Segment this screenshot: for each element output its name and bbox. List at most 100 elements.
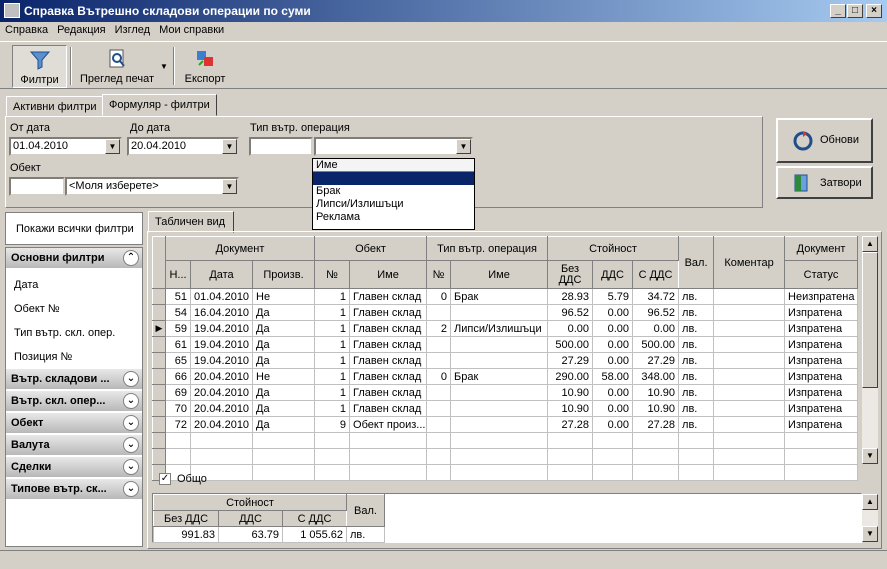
group-main-filters[interactable]: Основни филтри ⌃ (6, 248, 142, 269)
close-window-button[interactable]: × (866, 4, 882, 18)
from-date-field[interactable]: 01.04.2010 ▼ (9, 137, 122, 156)
header-col-produced[interactable]: Произв. (251, 260, 316, 289)
table-row[interactable]: 66 20.04.2010 Не 1 Главен склад 0 Брак 290.00 58… (152, 368, 859, 385)
chevron-down-icon[interactable]: ▼ (222, 179, 237, 194)
row-indicator[interactable] (152, 400, 166, 417)
row-indicator[interactable] (152, 384, 166, 401)
print-preview-button[interactable]: Преглед печат (76, 45, 158, 88)
menu-item-my-reports[interactable]: Мои справки (154, 22, 228, 36)
group-internal-op-types[interactable]: Вътр. скл. опер... ⌄ (6, 391, 142, 412)
print-preview-dropdown-arrow[interactable]: ▼ (160, 62, 168, 71)
header-comment[interactable]: Коментар (713, 236, 786, 289)
object-name-field[interactable]: <Моля изберете> ▼ (65, 177, 239, 196)
table-cell: лв. (678, 400, 715, 417)
row-indicator[interactable] (152, 304, 166, 321)
show-all-filters-button[interactable]: Покажи всички филтри (5, 212, 143, 245)
chevron-down-icon[interactable]: ▼ (105, 139, 120, 154)
table-row[interactable]: 72 20.04.2010 Да 9 Обект произ... 27.28 0.00 27… (152, 416, 859, 433)
header-op-type[interactable]: Тип вътр. операция (426, 236, 549, 261)
dropdown-item-advertising[interactable]: Реклама (313, 211, 474, 224)
header-col-status[interactable]: Статус (784, 260, 859, 289)
table-row[interactable]: ▶ 59 19.04.2010 Да 1 Главен склад 2 Липси/Излиш… (152, 320, 859, 337)
table-cell: лв. (678, 304, 715, 321)
chevron-down-icon[interactable]: ⌄ (123, 481, 139, 497)
op-type-name-field[interactable]: ▼ (314, 137, 473, 156)
header-col-net[interactable]: Без ДДС (547, 260, 594, 289)
grid-vertical-scrollbar[interactable]: ▲ ▼ (862, 236, 878, 464)
minimize-button[interactable]: _ (830, 4, 846, 18)
table-cell: Главен склад (349, 384, 428, 401)
menu-item-view[interactable]: Изглед (110, 22, 154, 36)
header-col-date[interactable]: Дата (190, 260, 253, 289)
tab-active-filters[interactable]: Активни филтри (6, 96, 104, 116)
header-col-vat[interactable]: ДДС (592, 260, 634, 289)
group-internal-ops[interactable]: Вътр. складови ... ⌄ (6, 369, 142, 390)
scroll-thumb[interactable] (862, 252, 878, 388)
header-col-no[interactable]: Н... (165, 260, 191, 289)
header-currency[interactable]: Вал. (678, 236, 715, 289)
chevron-down-icon[interactable]: ⌄ (123, 371, 139, 387)
chevron-up-icon[interactable]: ⌃ (123, 250, 139, 266)
filters-button[interactable]: Филтри (12, 45, 67, 88)
scroll-up-icon[interactable]: ▲ (862, 494, 878, 510)
group-op-kinds[interactable]: Типове вътр. ск... ⌄ (6, 479, 142, 500)
table-cell: 1 (314, 320, 351, 337)
row-indicator[interactable] (152, 416, 166, 433)
chevron-down-icon[interactable]: ⌄ (123, 415, 139, 431)
table-cell: Главен склад (349, 352, 428, 369)
chevron-down-icon[interactable]: ▼ (222, 139, 237, 154)
row-indicator[interactable] (152, 288, 166, 305)
header-object[interactable]: Обект (314, 236, 428, 261)
totals-checkbox[interactable]: ✓ (159, 473, 171, 485)
menu-item-report[interactable]: Справка (0, 22, 52, 36)
header-value[interactable]: Стойност (547, 236, 680, 261)
header-col-gross[interactable]: С ДДС (632, 260, 680, 289)
header-col-op-name[interactable]: Име (450, 260, 549, 289)
tab-table-view[interactable]: Табличен вид (148, 211, 234, 233)
table-row[interactable]: 54 16.04.2010 Да 1 Главен склад 96.52 0.00 96.5… (152, 304, 859, 321)
header-document[interactable]: Документ (164, 236, 316, 261)
scroll-up-icon[interactable]: ▲ (862, 236, 878, 252)
row-indicator[interactable] (152, 352, 166, 369)
totals-scrollbar[interactable]: ▲ ▼ (862, 494, 878, 542)
refresh-button[interactable]: Обнови (776, 118, 873, 163)
table-row[interactable]: 61 19.04.2010 Да 1 Главен склад 500.00 0.00 500… (152, 336, 859, 353)
table-row[interactable]: 70 20.04.2010 Да 1 Главен склад 10.90 0.00 10.9… (152, 400, 859, 417)
table-cell: Изпратена (784, 320, 859, 337)
header-col-op-no[interactable]: № (426, 260, 452, 289)
close-button[interactable]: Затвори (776, 166, 873, 199)
op-type-code-field[interactable] (249, 137, 313, 156)
scroll-down-icon[interactable]: ▼ (862, 526, 878, 542)
export-button[interactable]: Експорт (180, 45, 230, 88)
header-col-object-name[interactable]: Име (349, 260, 428, 289)
table-cell: 5.79 (592, 288, 634, 305)
maximize-button[interactable]: □ (847, 4, 863, 18)
object-code-field[interactable] (9, 177, 65, 196)
group-currency[interactable]: Валута ⌄ (6, 435, 142, 456)
dropdown-item-empty[interactable] (313, 172, 474, 185)
chevron-down-icon[interactable]: ⌄ (123, 437, 139, 453)
scroll-down-icon[interactable]: ▼ (862, 448, 878, 464)
row-indicator[interactable] (152, 336, 166, 353)
menu-item-edit[interactable]: Редакция (52, 22, 109, 36)
header-col-object-no[interactable]: № (314, 260, 351, 289)
chevron-down-icon[interactable]: ⌄ (123, 393, 139, 409)
table-row[interactable]: 51 01.04.2010 Не 1 Главен склад 0 Брак 28.93 5.7… (152, 288, 859, 305)
filter-item-op-type[interactable]: Тип вътр. скл. опер. (14, 327, 115, 339)
header-document-status-group[interactable]: Документ (784, 236, 859, 261)
chevron-down-icon[interactable]: ▼ (456, 139, 471, 154)
group-object[interactable]: Обект ⌄ (6, 413, 142, 434)
filter-item-object-no[interactable]: Обект № (14, 303, 60, 315)
table-row[interactable]: 69 20.04.2010 Да 1 Главен склад 10.90 0.00 10.9… (152, 384, 859, 401)
filter-item-date[interactable]: Дата (14, 279, 38, 291)
dropdown-item-shortages[interactable]: Липси/Излишъци (313, 198, 474, 211)
filter-item-position[interactable]: Позиция № (14, 351, 72, 363)
group-deals[interactable]: Сделки ⌄ (6, 457, 142, 478)
dropdown-item-scrap[interactable]: Брак (313, 185, 474, 198)
row-indicator[interactable]: ▶ (152, 320, 166, 337)
chevron-down-icon[interactable]: ⌄ (123, 459, 139, 475)
tab-form-filters[interactable]: Формуляр - филтри (102, 94, 217, 116)
table-row[interactable]: 65 19.04.2010 Да 1 Главен склад 27.29 0.00 27.2… (152, 352, 859, 369)
to-date-field[interactable]: 20.04.2010 ▼ (127, 137, 239, 156)
row-indicator[interactable] (152, 368, 166, 385)
